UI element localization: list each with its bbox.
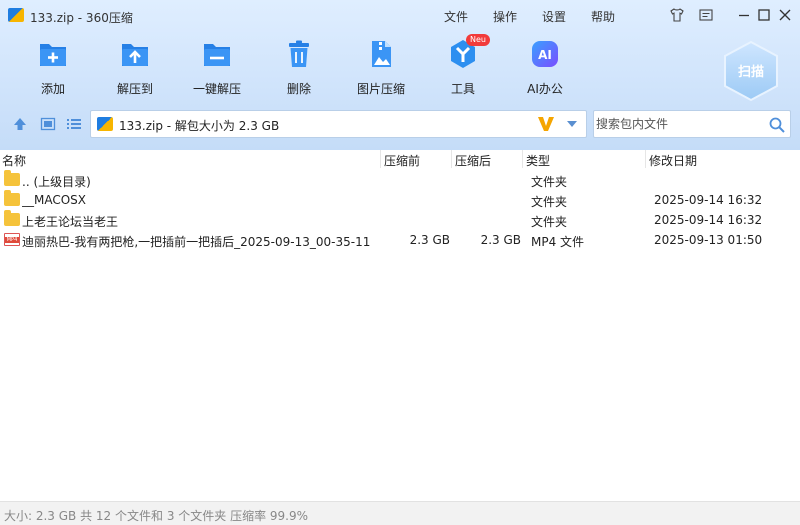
- file-modified: 2025-09-13 01:50: [654, 233, 763, 247]
- file-row[interactable]: .. (上级目录) 文件夹: [0, 170, 800, 190]
- archive-icon: [97, 117, 113, 131]
- title-bar: 133.zip - 360压缩 文件 操作 设置 帮助: [0, 0, 800, 30]
- up-arrow-icon[interactable]: [12, 116, 28, 132]
- add-archive-icon: [40, 44, 66, 66]
- delete-label: 删除: [286, 82, 311, 96]
- one-click-extract-button[interactable]: 一键解压: [182, 38, 252, 96]
- folder-icon: [4, 170, 20, 186]
- file-row[interactable]: __MACOSX 文件夹 2025-09-14 16:32: [0, 190, 800, 210]
- image-compress-label: 图片压缩: [356, 82, 405, 96]
- menu-help[interactable]: 帮助: [591, 8, 615, 25]
- mp4-file-icon: [4, 233, 20, 246]
- extract-to-icon: [122, 44, 148, 66]
- file-name: 上老王论坛当老王: [22, 215, 119, 229]
- search-icon[interactable]: [768, 116, 786, 134]
- file-name: .. (上级目录): [22, 175, 91, 189]
- image-compress-icon: [372, 41, 391, 67]
- thumbnail-view-icon[interactable]: [40, 116, 56, 132]
- delete-button[interactable]: 删除: [264, 38, 334, 96]
- v-logo-icon[interactable]: [537, 115, 555, 133]
- one-click-extract-label: 一键解压: [192, 82, 241, 96]
- app-logo-icon: [8, 8, 24, 22]
- ai-office-button[interactable]: AI AI办公: [510, 38, 580, 96]
- column-divider[interactable]: [645, 150, 646, 168]
- file-type: 文件夹: [531, 195, 568, 209]
- feedback-icon[interactable]: [698, 7, 714, 23]
- ai-office-label: AI办公: [527, 82, 563, 96]
- extract-to-label: 解压到: [116, 82, 153, 96]
- header-band: 133.zip - 360压缩 文件 操作 设置 帮助 添加 解压到 一键解压 …: [0, 0, 800, 152]
- close-icon[interactable]: [777, 7, 793, 23]
- tools-button[interactable]: Neu 工具: [428, 34, 498, 96]
- file-modified: 2025-09-14 16:32: [654, 193, 763, 207]
- file-type: 文件夹: [531, 215, 568, 229]
- menu-file[interactable]: 文件: [444, 8, 468, 25]
- trash-icon: [289, 40, 309, 67]
- skin-shirt-icon[interactable]: [669, 7, 685, 23]
- add-button[interactable]: 添加: [18, 38, 88, 96]
- column-size[interactable]: 压缩后: [455, 152, 491, 169]
- menu-operation[interactable]: 操作: [493, 8, 517, 25]
- file-row[interactable]: 上老王论坛当老王 文件夹 2025-09-14 16:32: [0, 210, 800, 230]
- column-divider[interactable]: [522, 150, 523, 168]
- svg-text:AI: AI: [538, 48, 552, 62]
- column-divider[interactable]: [380, 150, 381, 168]
- file-packed-size: 2.3 GB: [409, 233, 450, 247]
- window-title: 133.zip - 360压缩: [30, 11, 133, 25]
- file-type: MP4 文件: [531, 235, 585, 249]
- search-box[interactable]: [593, 110, 791, 138]
- scan-label: 扫描: [737, 65, 764, 80]
- minimize-icon[interactable]: [736, 7, 752, 23]
- search-input[interactable]: [596, 115, 756, 133]
- file-type: 文件夹: [531, 175, 568, 189]
- address-bar[interactable]: 133.zip - 解包大小为 2.3 GB: [90, 110, 587, 138]
- status-text: 大小: 2.3 GB 共 12 个文件和 3 个文件夹 压缩率 99.9%: [4, 509, 309, 523]
- ai-office-icon: AI: [532, 41, 558, 67]
- tools-label: 工具: [450, 82, 475, 96]
- folder-icon: [4, 210, 20, 226]
- file-modified: 2025-09-14 16:32: [654, 213, 763, 227]
- column-modified[interactable]: 修改日期: [649, 152, 697, 169]
- column-name[interactable]: 名称: [2, 152, 26, 169]
- add-label: 添加: [40, 82, 65, 96]
- menu-settings[interactable]: 设置: [542, 8, 566, 25]
- list-view-icon[interactable]: [66, 116, 82, 132]
- one-click-extract-icon: [204, 44, 230, 66]
- column-header-row: 名称 压缩前 压缩后 类型 修改日期: [0, 150, 800, 168]
- column-type[interactable]: 类型: [526, 152, 550, 169]
- file-name: 迪丽热巴-我有两把枪,一把插前一把插后_2025-09-13_00-35-11 …: [22, 235, 374, 249]
- maximize-icon[interactable]: [756, 7, 772, 23]
- column-packed[interactable]: 压缩前: [384, 152, 420, 169]
- folder-icon: [4, 190, 20, 206]
- status-bar: 大小: 2.3 GB 共 12 个文件和 3 个文件夹 压缩率 99.9%: [0, 501, 800, 525]
- image-compress-button[interactable]: 图片压缩: [346, 38, 416, 96]
- address-dropdown-icon[interactable]: [567, 121, 577, 127]
- address-path: 133.zip - 解包大小为 2.3 GB: [119, 119, 280, 133]
- extract-to-button[interactable]: 解压到: [100, 38, 170, 96]
- column-divider[interactable]: [451, 150, 452, 168]
- file-row[interactable]: 迪丽热巴-我有两把枪,一把插前一把插后_2025-09-13_00-35-11 …: [0, 230, 800, 250]
- scan-button[interactable]: 扫描: [720, 40, 782, 102]
- new-badge: Neu: [466, 34, 490, 46]
- file-size: 2.3 GB: [480, 233, 521, 247]
- file-name: __MACOSX: [22, 193, 87, 207]
